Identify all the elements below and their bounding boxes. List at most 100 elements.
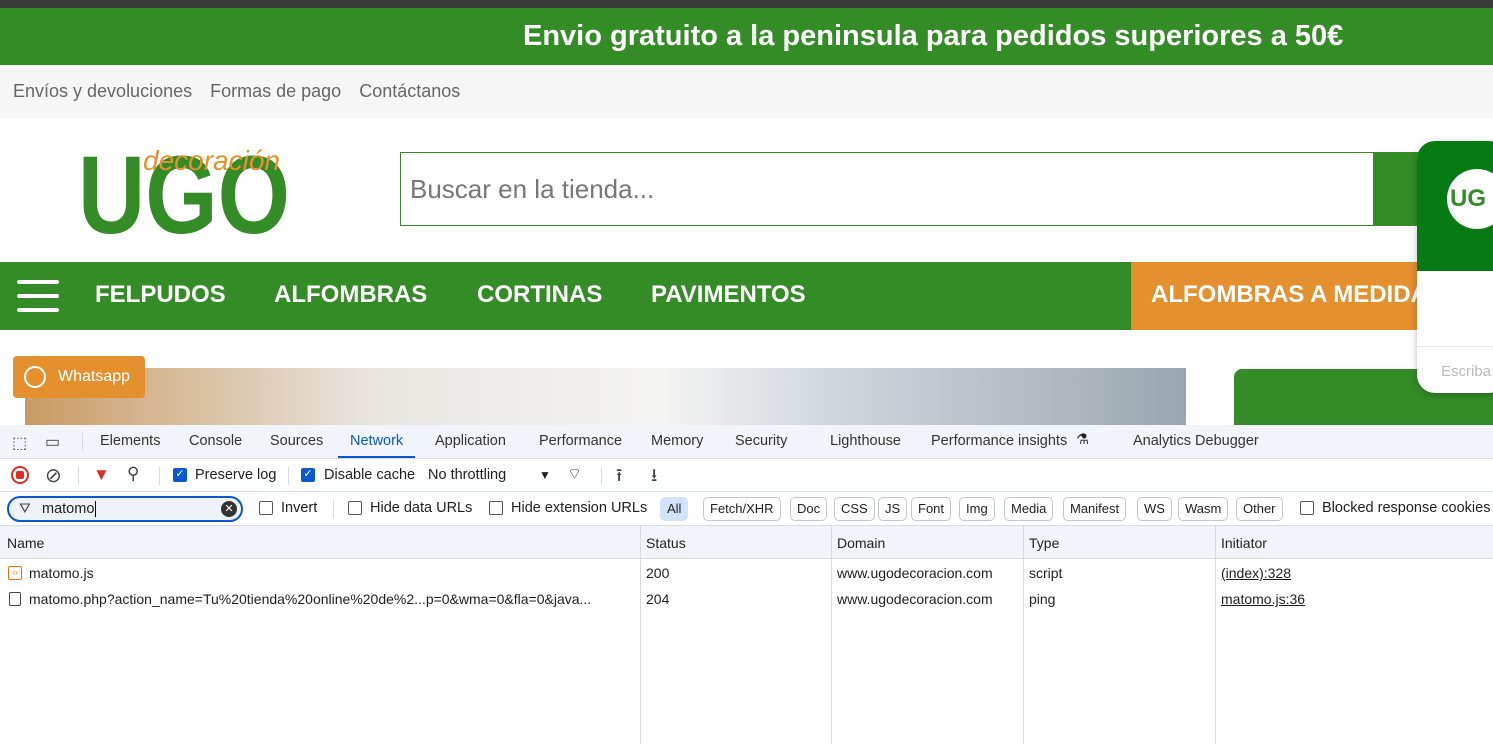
- network-conditions-icon[interactable]: ⌔: [567, 464, 582, 484]
- type-manifest[interactable]: Manifest: [1063, 497, 1127, 521]
- link-shipping[interactable]: Envíos y devoluciones: [13, 81, 192, 101]
- tab-memory[interactable]: Memory: [651, 425, 703, 458]
- column-divider: [831, 526, 832, 744]
- devtools-tabs: ⬚ ▭ Elements Console Sources Network App…: [0, 425, 1493, 459]
- blocked-cookies-checkbox[interactable]: [1300, 501, 1314, 515]
- chat-input[interactable]: Escriba: [1441, 363, 1491, 380]
- row-initiator-link[interactable]: (index):328: [1221, 565, 1291, 581]
- blocked-cookies-label: Blocked response cookies: [1322, 500, 1491, 516]
- column-initiator[interactable]: Initiator: [1221, 535, 1267, 551]
- type-all[interactable]: All: [660, 497, 689, 521]
- hide-data-urls-checkbox[interactable]: [348, 501, 362, 515]
- chat-header: UG: [1417, 141, 1493, 271]
- column-divider: [640, 526, 641, 744]
- tab-security[interactable]: Security: [735, 425, 787, 458]
- chevron-down-icon[interactable]: ▼: [539, 468, 551, 482]
- tab-elements[interactable]: Elements: [100, 425, 160, 458]
- invert-checkbox[interactable]: [259, 501, 273, 515]
- document-icon: [9, 592, 21, 606]
- column-domain[interactable]: Domain: [837, 535, 885, 551]
- divider: [159, 467, 160, 485]
- tab-performance[interactable]: Performance: [539, 425, 622, 458]
- shipping-banner: Envio gratuito a la peninsula para pedid…: [0, 8, 1493, 65]
- top-links: Envíos y devoluciones Formas de pago Con…: [0, 65, 1493, 118]
- tab-performance-insights[interactable]: Performance insights: [931, 425, 1067, 458]
- nav-alfombras[interactable]: ALFOMBRAS: [274, 262, 427, 328]
- row-status: 204: [646, 591, 670, 607]
- tab-console[interactable]: Console: [189, 425, 242, 458]
- filter-input[interactable]: ⛛ matomo ✕: [7, 496, 243, 522]
- divider: [78, 467, 79, 485]
- export-har-icon[interactable]: ⭳: [651, 463, 657, 493]
- filter-funnel-icon: ⛛: [19, 500, 31, 516]
- type-doc[interactable]: Doc: [790, 497, 828, 521]
- row-name[interactable]: matomo.php?action_name=Tu%20tienda%20onl…: [29, 591, 634, 607]
- chat-logo: UG: [1447, 169, 1493, 229]
- tab-analytics-debugger[interactable]: Analytics Debugger: [1133, 425, 1259, 458]
- browser-top-bar: [0, 0, 1493, 8]
- hide-extension-urls-label: Hide extension URLs: [511, 500, 648, 516]
- requests-table: Name Status Domain Type Initiator ‹› mat…: [0, 526, 1493, 744]
- whatsapp-label: Whatsapp: [58, 368, 131, 385]
- hide-extension-urls-checkbox[interactable]: [489, 501, 503, 515]
- tab-sources[interactable]: Sources: [270, 425, 323, 458]
- type-img[interactable]: Img: [959, 497, 995, 521]
- hide-data-urls-label: Hide data URLs: [370, 500, 473, 516]
- row-status: 200: [646, 565, 670, 581]
- column-divider: [1023, 526, 1024, 744]
- inspect-element-icon[interactable]: ⬚: [12, 433, 27, 453]
- menu-icon[interactable]: [17, 280, 59, 322]
- site-logo[interactable]: UGO decoración: [78, 138, 293, 238]
- preserve-log-label: Preserve log: [195, 467, 277, 483]
- tab-application[interactable]: Application: [435, 425, 506, 458]
- tab-network[interactable]: Network: [338, 425, 416, 458]
- type-js[interactable]: JS: [878, 497, 908, 521]
- search-input[interactable]: Buscar en la tienda...: [400, 152, 1374, 226]
- disable-cache-label: Disable cache: [324, 467, 416, 483]
- divider: [333, 500, 334, 518]
- filter-value[interactable]: matomo: [42, 501, 97, 517]
- row-name[interactable]: matomo.js: [29, 565, 94, 581]
- row-type: ping: [1029, 591, 1056, 607]
- clear-filter-icon[interactable]: ✕: [221, 501, 237, 517]
- column-divider: [1215, 526, 1216, 744]
- column-status[interactable]: Status: [646, 535, 686, 551]
- throttling-select[interactable]: No throttling: [428, 467, 506, 483]
- script-icon: ‹›: [8, 566, 22, 580]
- filter-bar: ⛛ matomo ✕ Invert Hide data URLs Hide ex…: [0, 492, 1493, 526]
- divider: [288, 467, 289, 485]
- table-row[interactable]: ‹› matomo.js 200 www.ugodecoracion.com s…: [0, 560, 1493, 586]
- table-header: Name Status Domain Type Initiator: [0, 526, 1493, 559]
- row-initiator-link[interactable]: matomo.js:36: [1221, 591, 1305, 607]
- type-media[interactable]: Media: [1004, 497, 1054, 521]
- whatsapp-icon: [24, 366, 46, 388]
- invert-label: Invert: [281, 500, 318, 516]
- chat-widget[interactable]: UG Escriba: [1417, 141, 1493, 393]
- link-contact[interactable]: Contáctanos: [359, 81, 460, 101]
- link-payment[interactable]: Formas de pago: [210, 81, 341, 101]
- column-name[interactable]: Name: [7, 535, 44, 551]
- column-type[interactable]: Type: [1029, 535, 1059, 551]
- nav-pavimentos[interactable]: PAVIMENTOS: [651, 262, 806, 328]
- import-har-icon[interactable]: ⭱: [616, 463, 622, 493]
- filter-icon[interactable]: ▼: [93, 465, 110, 485]
- type-wasm[interactable]: Wasm: [1178, 497, 1229, 521]
- tab-lighthouse[interactable]: Lighthouse: [830, 425, 901, 458]
- svg-text:decoración: decoración: [143, 145, 280, 176]
- search-icon[interactable]: ⚲: [127, 464, 139, 484]
- type-font[interactable]: Font: [911, 497, 952, 521]
- whatsapp-button[interactable]: Whatsapp: [13, 356, 145, 398]
- flask-icon: ⚗: [1076, 432, 1089, 448]
- device-toolbar-icon[interactable]: ▭: [45, 432, 60, 452]
- clear-icon[interactable]: ⊘: [45, 463, 62, 488]
- disable-cache-checkbox[interactable]: ✓: [301, 468, 315, 482]
- nav-felpudos[interactable]: FELPUDOS: [95, 262, 226, 328]
- preserve-log-checkbox[interactable]: ✓: [173, 468, 187, 482]
- type-fetch-xhr[interactable]: Fetch/XHR: [703, 497, 781, 521]
- nav-cortinas[interactable]: CORTINAS: [477, 262, 602, 328]
- type-ws[interactable]: WS: [1137, 497, 1172, 521]
- record-icon[interactable]: [11, 466, 29, 484]
- type-css[interactable]: CSS: [834, 497, 875, 521]
- type-other[interactable]: Other: [1236, 497, 1283, 521]
- table-row[interactable]: matomo.php?action_name=Tu%20tienda%20onl…: [0, 586, 1493, 612]
